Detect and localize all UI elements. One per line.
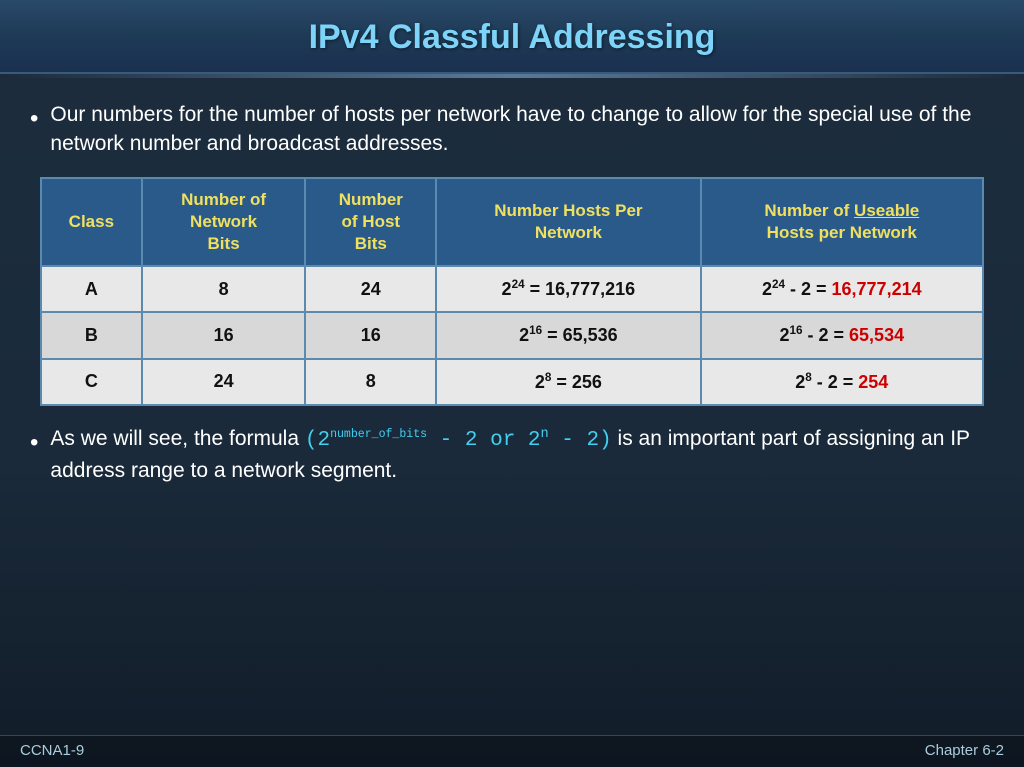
bullet-dot-1: • bbox=[30, 102, 38, 136]
bullet-item-1: • Our numbers for the number of hosts pe… bbox=[30, 100, 994, 159]
col-header-network-bits: Number ofNetworkBits bbox=[142, 178, 306, 266]
col-header-useable-hosts: Number of UseableHosts per Network bbox=[701, 178, 983, 266]
footer-right: Chapter 6-2 bbox=[925, 742, 1004, 759]
cell-host-bits-b: 16 bbox=[305, 312, 436, 358]
table-row-c: C 24 8 28 = 256 28 - 2 = 254 bbox=[41, 359, 983, 405]
table-row-b: B 16 16 216 = 65,536 216 - 2 = 65,534 bbox=[41, 312, 983, 358]
cell-hosts-a: 224 = 16,777,216 bbox=[436, 266, 700, 312]
classful-table: Class Number ofNetworkBits Numberof Host… bbox=[40, 177, 984, 406]
table-header: Class Number ofNetworkBits Numberof Host… bbox=[41, 178, 983, 266]
cell-useable-c: 28 - 2 = 254 bbox=[701, 359, 983, 405]
footer-left: CCNA1-9 bbox=[20, 742, 84, 759]
table-body: A 8 24 224 = 16,777,216 224 - 2 = 16,777… bbox=[41, 266, 983, 405]
cell-network-bits-c: 24 bbox=[142, 359, 306, 405]
bullet-text-1: Our numbers for the number of hosts per … bbox=[50, 100, 994, 159]
highlight-useable-a: 16,777,214 bbox=[832, 279, 922, 299]
formula-span: (2number_of_bits - 2 or 2n - 2) bbox=[305, 429, 612, 452]
cell-useable-b: 216 - 2 = 65,534 bbox=[701, 312, 983, 358]
col-header-host-bits: Numberof HostBits bbox=[305, 178, 436, 266]
header-row: Class Number ofNetworkBits Numberof Host… bbox=[41, 178, 983, 266]
bullet-dot-2: • bbox=[30, 426, 38, 460]
table-row-a: A 8 24 224 = 16,777,216 224 - 2 = 16,777… bbox=[41, 266, 983, 312]
col-header-hosts-per-network: Number Hosts PerNetwork bbox=[436, 178, 700, 266]
cell-network-bits-b: 16 bbox=[142, 312, 306, 358]
slide-footer: CCNA1-9 Chapter 6-2 bbox=[0, 735, 1024, 767]
highlight-useable-c: 254 bbox=[858, 372, 888, 392]
classful-table-container: Class Number ofNetworkBits Numberof Host… bbox=[40, 177, 984, 406]
cell-useable-a: 224 - 2 = 16,777,214 bbox=[701, 266, 983, 312]
cell-class-a: A bbox=[41, 266, 142, 312]
cell-hosts-b: 216 = 65,536 bbox=[436, 312, 700, 358]
col-header-class: Class bbox=[41, 178, 142, 266]
cell-network-bits-a: 8 bbox=[142, 266, 306, 312]
cell-class-c: C bbox=[41, 359, 142, 405]
cell-host-bits-c: 8 bbox=[305, 359, 436, 405]
cell-class-b: B bbox=[41, 312, 142, 358]
bullet-text-2: As we will see, the formula (2number_of_… bbox=[50, 424, 994, 485]
slide-content: • Our numbers for the number of hosts pe… bbox=[0, 78, 1024, 735]
highlight-useable-b: 65,534 bbox=[849, 325, 904, 345]
slide-title: IPv4 Classful Addressing bbox=[30, 18, 994, 57]
slide: IPv4 Classful Addressing • Our numbers f… bbox=[0, 0, 1024, 767]
bullet-item-2: • As we will see, the formula (2number_o… bbox=[30, 424, 994, 485]
cell-hosts-c: 28 = 256 bbox=[436, 359, 700, 405]
title-bar: IPv4 Classful Addressing bbox=[0, 0, 1024, 74]
cell-host-bits-a: 24 bbox=[305, 266, 436, 312]
